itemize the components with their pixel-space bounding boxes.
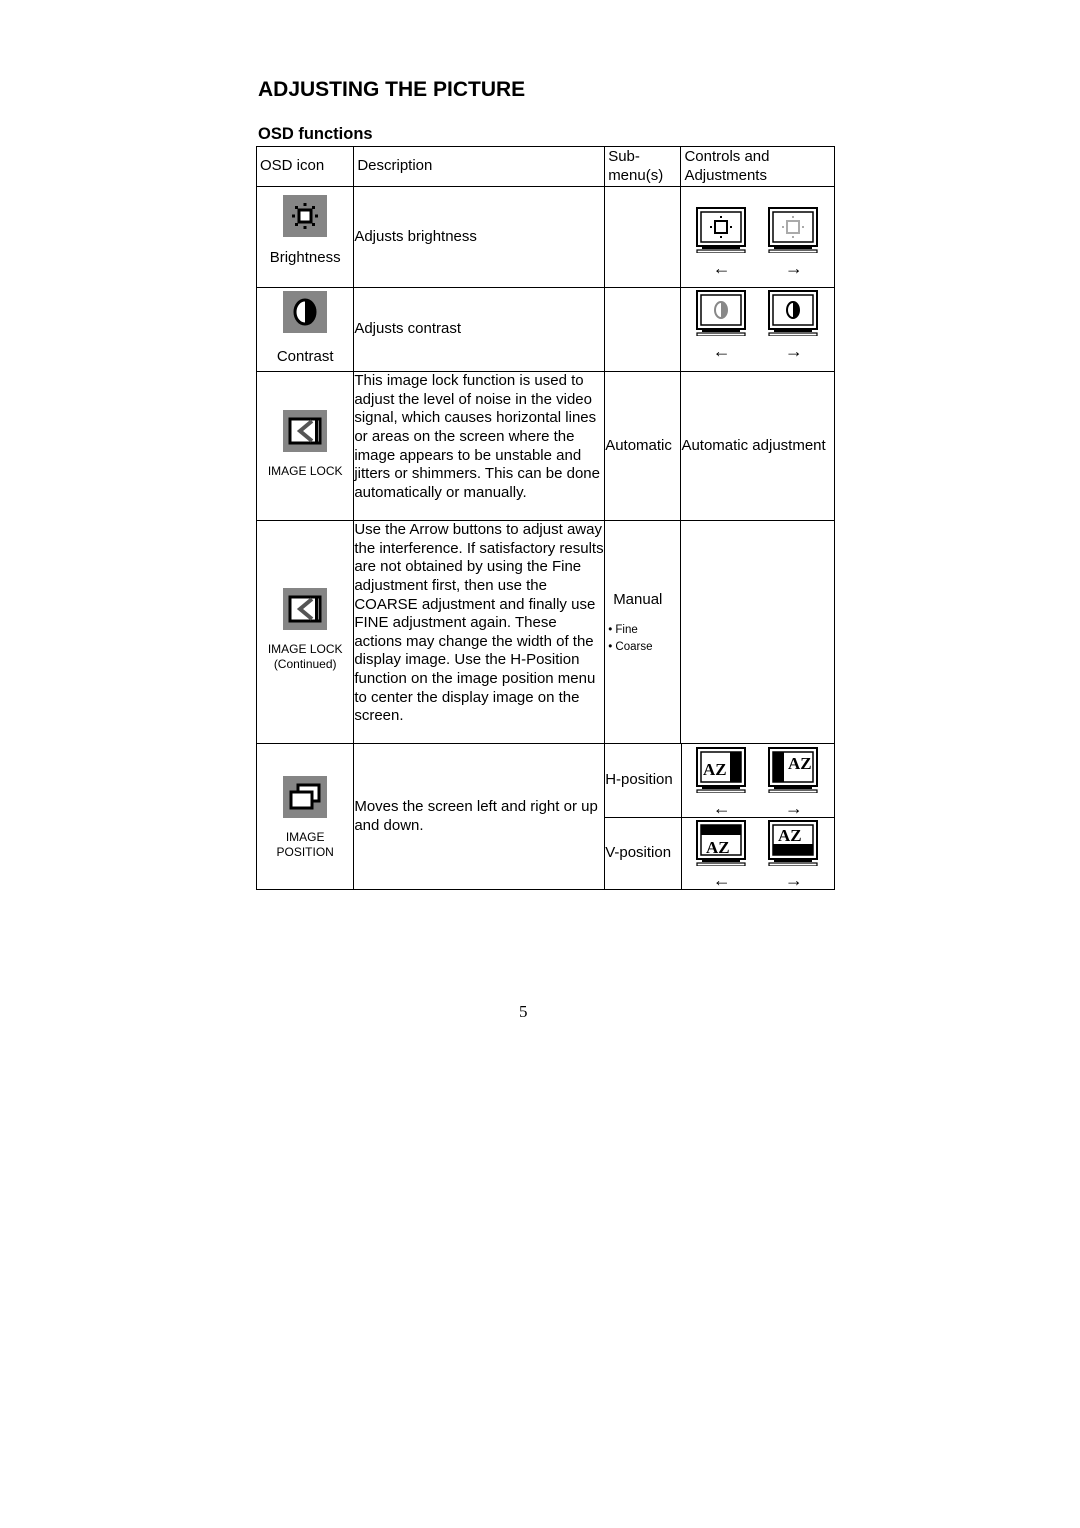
svg-text:AZ: AZ <box>703 760 727 779</box>
table-row-image-lock-continued: IMAGE LOCK (Continued) Use the Arrow but… <box>255 520 835 745</box>
icon-label: Contrast <box>276 348 334 366</box>
position-submenus: H-position AZ ← AZ → V-position AZ ← AZ … <box>604 743 835 891</box>
monitor-dim-icon <box>767 207 818 255</box>
icon-label: IMAGE LOCK <box>267 464 343 479</box>
submenu-coarse: • Coarse <box>608 640 653 653</box>
monitor-h-left-icon: AZ <box>695 747 746 795</box>
submenu-manual: Manual <box>613 591 663 609</box>
header-description: Description <box>353 145 606 188</box>
left-arrow-icon: ← <box>712 797 731 818</box>
description-cell: This image lock function is used to adju… <box>353 371 606 522</box>
submenu-cell: Automatic <box>604 371 682 522</box>
osd-icon-cell: Brightness <box>255 186 355 289</box>
icon-label-continued: (Continued) <box>273 657 337 672</box>
svg-text:AZ: AZ <box>788 754 812 773</box>
table-row-image-lock: IMAGE LOCK This image lock function is u… <box>255 371 835 522</box>
controls-cell: ← → <box>680 287 835 373</box>
monitor-bright-icon <box>695 207 746 255</box>
controls-cell: ← → <box>680 186 835 289</box>
left-arrow-icon: ← <box>712 870 731 891</box>
table-row-image-position: IMAGE POSITION Moves the screen left and… <box>255 743 835 891</box>
monitor-v-up-icon: AZ <box>767 819 818 867</box>
controls-cell <box>680 520 835 745</box>
osd-icon-cell: IMAGE LOCK <box>255 371 355 522</box>
section-title: OSD functions <box>258 125 373 143</box>
h-position-controls: AZ ← AZ → <box>681 744 834 818</box>
image-position-icon <box>283 776 328 819</box>
header-submenus-line1: Sub- <box>608 148 640 165</box>
image-lock-icon <box>283 410 328 453</box>
osd-icon-cell: IMAGE LOCK (Continued) <box>255 520 355 745</box>
osd-functions-table: OSD icon Description Sub- menu(s) Contro… <box>255 145 835 891</box>
description-cell: Use the Arrow buttons to adjust away the… <box>353 520 606 745</box>
table-row-contrast: Contrast Adjusts contrast ← → <box>255 287 835 373</box>
header-submenus-line2: menu(s) <box>608 166 664 184</box>
right-arrow-icon: → <box>784 340 803 361</box>
monitor-high-contrast-icon <box>767 290 818 338</box>
right-arrow-icon: → <box>784 257 803 278</box>
right-arrow-icon: → <box>784 870 803 891</box>
icon-label-2: POSITION <box>276 845 334 860</box>
table-row-brightness: Brightness Adjusts brightness ← → <box>255 186 835 289</box>
header-controls-line2: Adjustments <box>684 166 767 184</box>
left-arrow-icon: ← <box>712 257 731 278</box>
osd-icon-cell: IMAGE POSITION <box>255 743 355 891</box>
description-cell: Adjusts contrast <box>353 287 606 373</box>
submenu-fine: • Fine <box>608 623 638 636</box>
controls-cell: Automatic adjustment <box>680 371 835 522</box>
description-cell: Moves the screen left and right or up an… <box>353 743 606 891</box>
description-cell: Adjusts brightness <box>353 186 606 289</box>
header-controls-line1: Controls and <box>684 148 770 165</box>
header-submenus: Sub- menu(s) <box>604 145 682 188</box>
submenu-h-position: H-position <box>605 744 682 818</box>
submenu-cell: Manual • Fine • Coarse <box>604 520 682 745</box>
brightness-sun-icon <box>283 195 328 238</box>
icon-label: IMAGE LOCK <box>267 642 343 657</box>
osd-icon-cell: Contrast <box>255 287 355 373</box>
contrast-circle-icon <box>283 291 328 334</box>
svg-text:AZ: AZ <box>706 838 730 857</box>
left-arrow-icon: ← <box>712 340 731 361</box>
icon-label: IMAGE <box>285 830 325 845</box>
monitor-h-right-icon: AZ <box>767 747 818 795</box>
page-number: 5 <box>519 1002 528 1021</box>
submenu-v-position: V-position <box>605 817 682 890</box>
svg-text:AZ: AZ <box>778 826 802 845</box>
icon-label: Brightness <box>269 249 341 267</box>
image-lock-icon <box>283 588 328 631</box>
monitor-v-down-icon: AZ <box>695 819 746 867</box>
submenu-cell <box>604 287 682 373</box>
table-header-row: OSD icon Description Sub- menu(s) Contro… <box>255 145 835 188</box>
right-arrow-icon: → <box>784 797 803 818</box>
page-title: ADJUSTING THE PICTURE <box>258 78 526 101</box>
monitor-low-contrast-icon <box>695 290 746 338</box>
header-controls: Controls and Adjustments <box>680 145 835 188</box>
header-osd-icon: OSD icon <box>255 145 355 188</box>
v-position-controls: AZ ← AZ → <box>681 817 834 889</box>
submenu-cell <box>604 186 682 289</box>
